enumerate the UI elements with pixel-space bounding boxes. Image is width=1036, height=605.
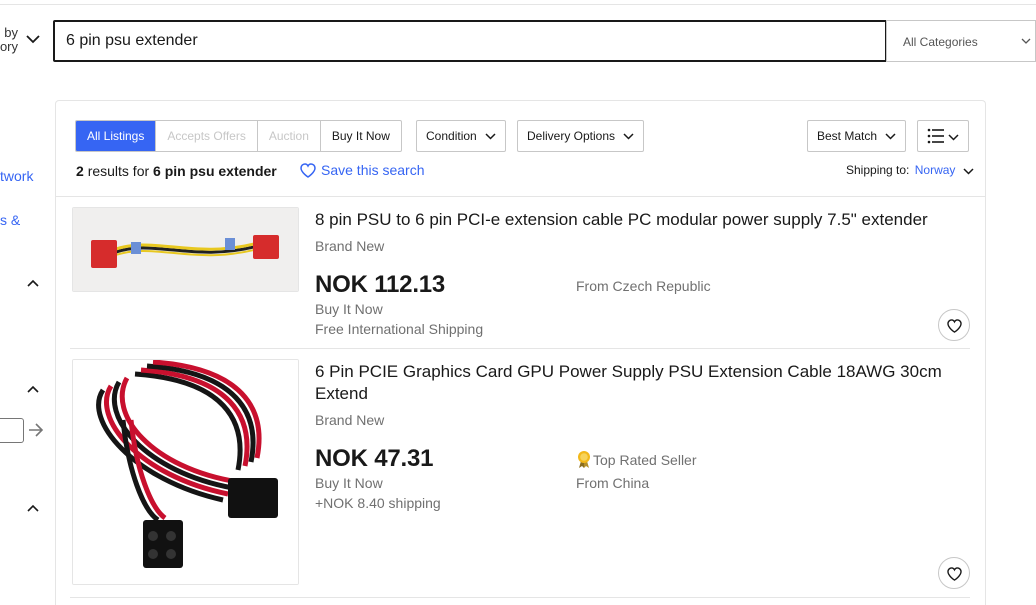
tab-buy-it-now[interactable]: Buy It Now — [321, 121, 401, 151]
view-toggle-button[interactable] — [917, 120, 969, 152]
chevron-down-icon — [948, 134, 959, 141]
tab-all-listings[interactable]: All Listings — [76, 121, 157, 151]
top-rated-seller-icon — [578, 451, 590, 468]
item-shipping: +NOK 8.40 shipping — [315, 495, 441, 511]
search-box — [53, 20, 887, 62]
tab-auction[interactable]: Auction — [258, 121, 321, 151]
item-title-link[interactable]: 6 Pin PCIE Graphics Card GPU Power Suppl… — [315, 361, 955, 405]
price-max-input[interactable] — [0, 418, 24, 443]
shop-by-category-label-2: ory — [0, 39, 18, 54]
top-rated-seller-label: Top Rated Seller — [593, 451, 697, 468]
save-search-label: Save this search — [321, 162, 425, 178]
chevron-up-icon[interactable] — [27, 504, 39, 512]
delivery-options-label: Delivery Options — [527, 129, 616, 143]
chevron-up-icon[interactable] — [27, 279, 39, 287]
heart-icon — [300, 162, 316, 178]
chevron-down-icon — [485, 133, 496, 140]
cable-product-photo — [73, 360, 298, 584]
delivery-options-dropdown[interactable]: Delivery Options — [517, 120, 645, 152]
heart-icon — [947, 567, 962, 581]
sidebar-link-2[interactable]: s & — [0, 212, 20, 228]
results-query: 6 pin psu extender — [153, 163, 277, 179]
item-image[interactable] — [72, 359, 299, 585]
chevron-down-icon — [26, 35, 40, 44]
results-for-text: results for — [87, 163, 150, 179]
item-format: Buy It Now — [315, 475, 383, 491]
list-view-icon — [927, 128, 944, 144]
item-format: Buy It Now — [315, 301, 383, 317]
save-search-button[interactable]: Save this search — [300, 162, 425, 178]
results-count: 2 results for 6 pin psu extender — [76, 163, 277, 179]
condition-dropdown-label: Condition — [426, 129, 477, 143]
watch-button[interactable] — [938, 557, 970, 589]
listing-type-tabs: All Listings Accepts Offers Auction Buy … — [75, 120, 402, 152]
tab-accepts-offers[interactable]: Accepts Offers — [156, 121, 258, 151]
shipping-to[interactable]: Shipping to: Norway — [846, 163, 974, 177]
top-rated-seller-badge: Top Rated Seller — [576, 450, 697, 469]
chevron-down-icon — [963, 168, 974, 175]
item-condition: Brand New — [315, 238, 385, 254]
shipping-country: Norway — [914, 163, 956, 177]
item-shipping: Free International Shipping — [315, 321, 484, 337]
chevron-up-icon[interactable] — [27, 385, 39, 393]
chevron-down-icon — [885, 133, 896, 140]
heart-icon — [947, 319, 962, 333]
item-image[interactable] — [72, 207, 299, 292]
item-location: From China — [576, 475, 650, 491]
row-divider — [70, 348, 970, 349]
header-rule — [0, 4, 1036, 5]
shop-by-category-label-1: by — [4, 25, 18, 40]
cable-product-photo — [73, 208, 298, 291]
row-divider — [70, 597, 970, 598]
results-number: 2 — [76, 163, 84, 179]
item-condition: Brand New — [315, 412, 385, 428]
shipping-to-label: Shipping to: — [846, 163, 910, 177]
header-divider — [55, 196, 986, 197]
chevron-down-icon — [1021, 38, 1031, 44]
shop-by-category-button[interactable]: by ory — [0, 24, 46, 58]
item-location: From Czech Republic — [576, 278, 711, 294]
sort-dropdown[interactable]: Best Match — [807, 120, 907, 152]
sidebar-link-network[interactable]: twork — [0, 168, 33, 184]
item-price: NOK 47.31 — [315, 445, 434, 472]
category-select-value: All Categories — [903, 35, 978, 49]
item-price: NOK 112.13 — [315, 271, 446, 298]
sort-dropdown-label: Best Match — [817, 129, 878, 143]
watch-button[interactable] — [938, 309, 970, 341]
category-select[interactable]: All Categories — [886, 20, 1036, 62]
item-title-link[interactable]: 8 pin PSU to 6 pin PCI-e extension cable… — [315, 209, 955, 231]
search-input[interactable] — [55, 22, 885, 60]
chevron-down-icon — [623, 133, 634, 140]
condition-dropdown[interactable]: Condition — [416, 120, 506, 152]
arrow-right-icon[interactable] — [28, 423, 44, 437]
